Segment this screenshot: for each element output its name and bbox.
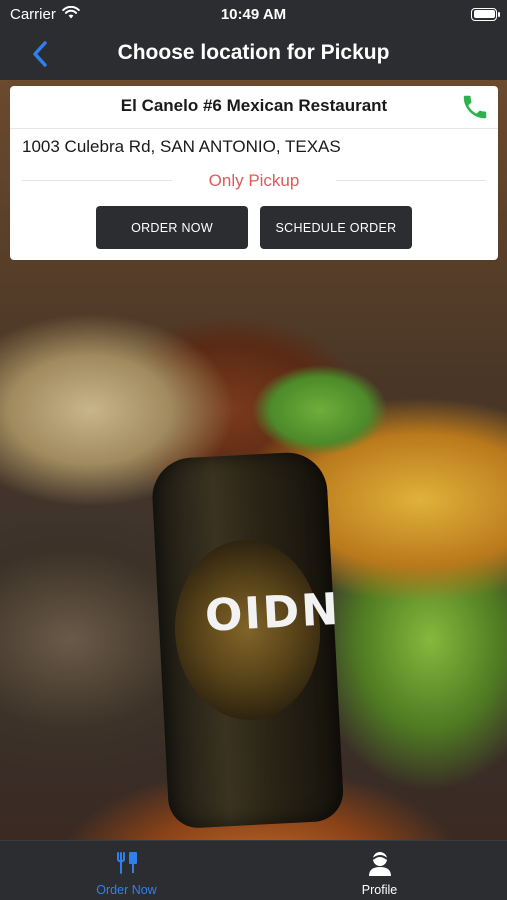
call-button[interactable] [460,92,490,122]
tab-label: Profile [361,883,398,897]
divider-right [336,180,486,181]
phone-icon [463,95,487,119]
page-title: Choose location for Pickup [117,41,390,64]
schedule-order-button[interactable]: SCHEDULE ORDER [260,206,412,249]
wifi-icon [62,5,80,23]
restaurant-name: El Canelo #6 Mexican Restaurant [120,96,388,115]
divider [10,128,498,129]
restaurant-address: 1003 Culebra Rd, SAN ANTONIO, TEXAS [22,137,341,156]
order-now-button[interactable]: ORDER NOW [96,206,248,249]
carrier-label: Carrier [10,5,56,23]
navigation-bar: Choose location for Pickup [0,28,507,80]
tab-order-now[interactable]: Order Now [0,841,253,900]
bottle-label-text: OIDN [203,583,342,642]
pickup-note-row: Only Pickup [10,170,498,192]
carrier-group: Carrier [10,5,80,23]
tab-bar: Order Now Profile [0,840,507,900]
fork-knife-icon [114,850,140,881]
status-bar: Carrier 10:49 AM [0,0,507,28]
tab-profile[interactable]: Profile [253,841,506,900]
pickup-note: Only Pickup [208,171,300,190]
user-icon [367,850,393,883]
tab-label: Order Now [96,883,157,897]
battery-icon [471,7,500,21]
location-card: El Canelo #6 Mexican Restaurant 1003 Cul… [10,86,498,260]
